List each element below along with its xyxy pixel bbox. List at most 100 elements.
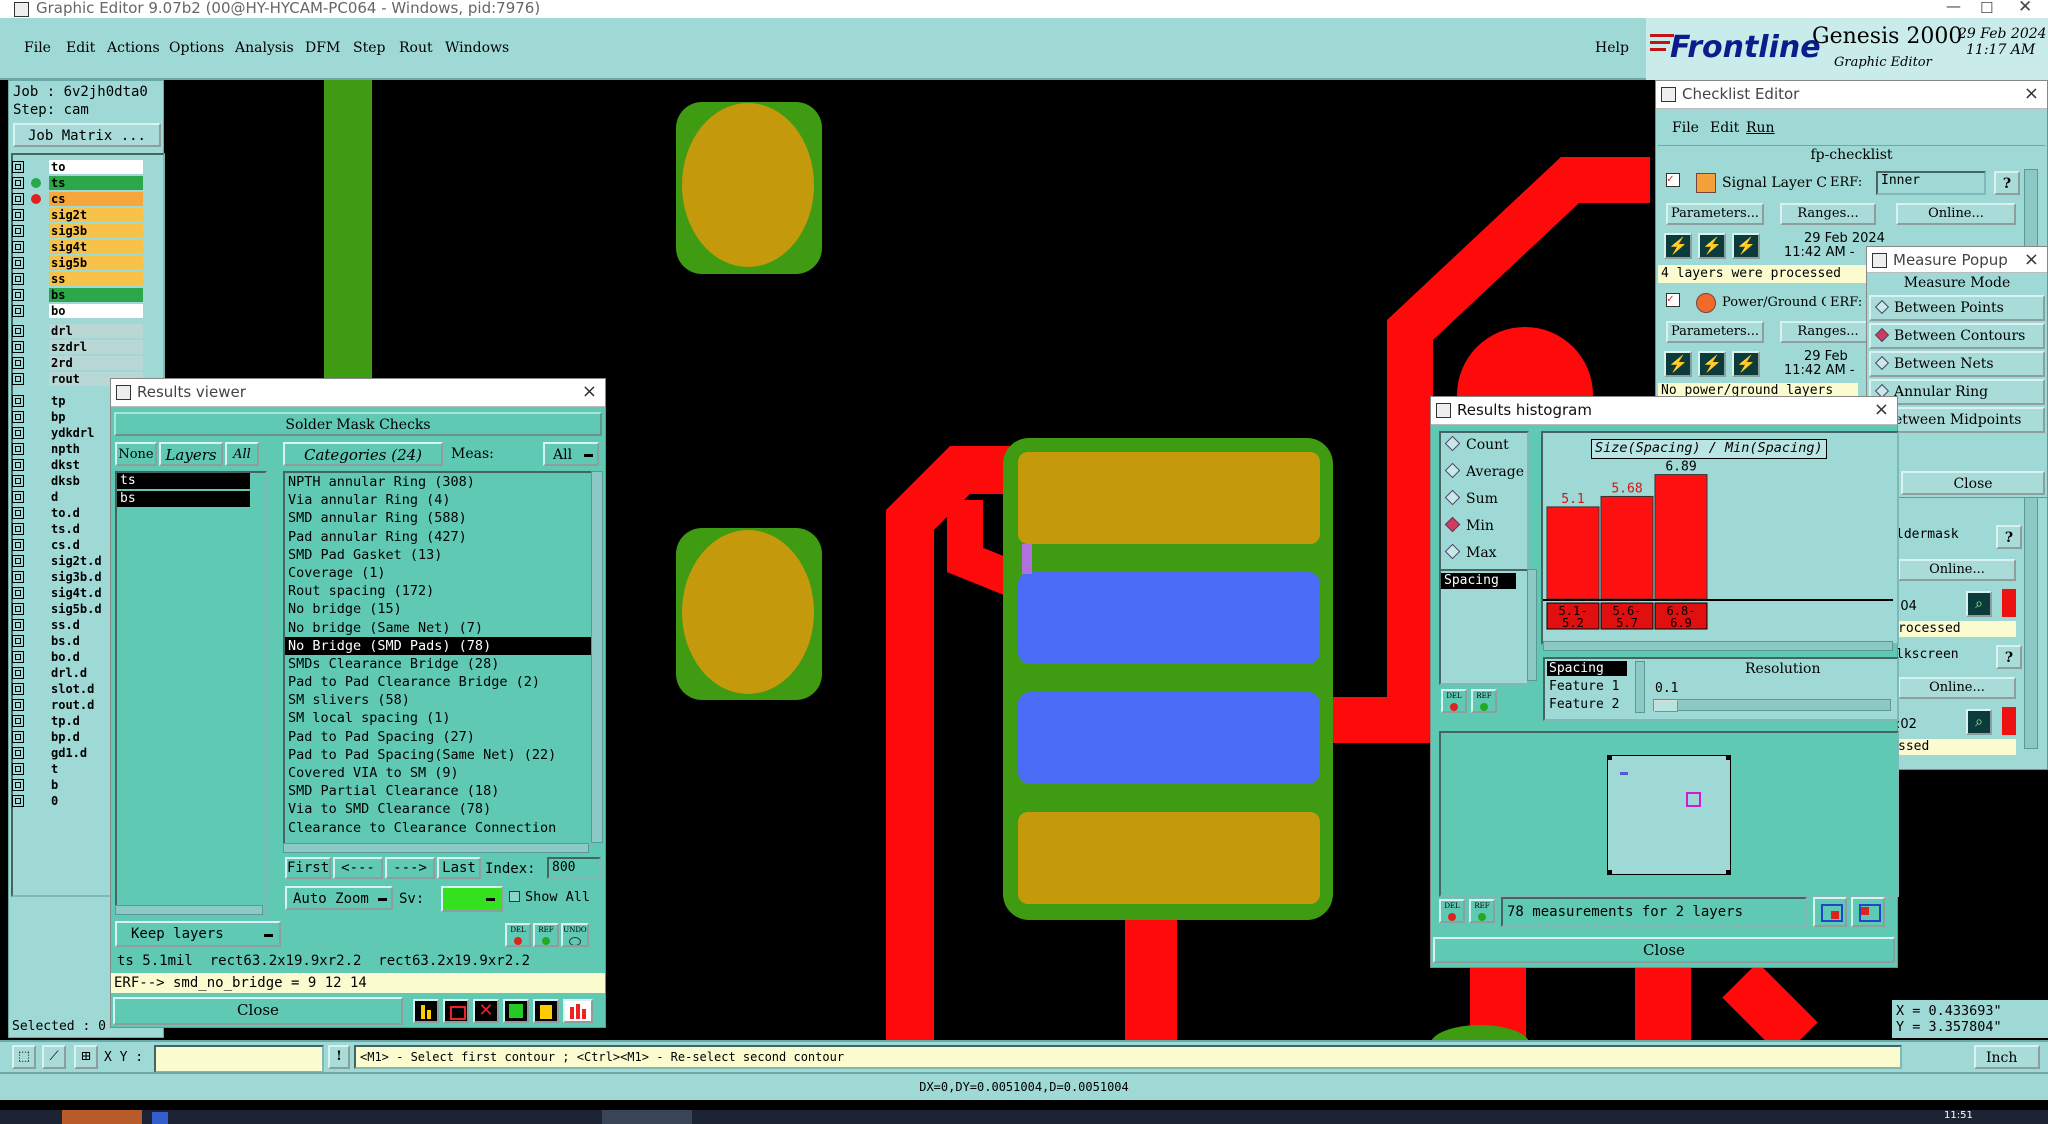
layer-row[interactable]: szdrl [12, 340, 143, 356]
run-icon[interactable]: ⚡ [1732, 233, 1760, 259]
category-item[interactable]: SM local spacing (1) [285, 709, 591, 727]
field-feature-1[interactable]: Feature 1 [1547, 679, 1619, 694]
chart-tool-icon[interactable] [563, 999, 593, 1023]
keep-layers-dropdown[interactable]: Keep layers [115, 921, 281, 947]
hist-del-button[interactable]: DEL [1441, 689, 1467, 713]
run-icon[interactable]: ⚡ [1664, 351, 1692, 377]
categories-vscroll[interactable] [591, 471, 603, 843]
layer-row[interactable]: to [12, 160, 143, 176]
layer-checkbox[interactable] [12, 603, 24, 615]
ref-button[interactable]: REF [533, 923, 559, 947]
category-item[interactable]: Pad to Pad Spacing (27) [285, 728, 591, 746]
category-item[interactable]: Pad to Pad Clearance Bridge (2) [285, 673, 591, 691]
measure-mode-option[interactable]: Between Contours [1869, 323, 2045, 349]
close-icon[interactable]: × [1874, 397, 1889, 423]
category-item[interactable]: NPTH annular Ring (308) [285, 473, 591, 491]
category-item[interactable]: Rout spacing (172) [285, 582, 591, 600]
record-tool-icon[interactable] [443, 999, 469, 1023]
categories-hscroll[interactable] [283, 843, 589, 853]
menu-rout[interactable]: Rout [399, 40, 433, 56]
category-item[interactable]: Via to SMD Clearance (78) [285, 800, 591, 818]
layer-checkbox[interactable] [12, 459, 24, 471]
layer-checkbox[interactable] [12, 411, 24, 423]
layer-checkbox[interactable] [12, 357, 24, 369]
auto-zoom-dropdown[interactable]: Auto Zoom [285, 886, 393, 910]
category-item[interactable]: SMD Partial Clearance (18) [285, 782, 591, 800]
layers-hscroll[interactable] [115, 905, 263, 915]
histogram-mode-option[interactable]: Sum [1444, 489, 1498, 507]
category-item[interactable]: SMD Pad Gasket (13) [285, 546, 591, 564]
meas-dropdown[interactable]: All [543, 442, 599, 466]
maximize-icon[interactable]: ☐ [1980, 0, 1993, 17]
results-close-button[interactable]: Close [113, 997, 403, 1025]
layer-checkbox[interactable] [12, 373, 24, 385]
field-spacing[interactable]: Spacing [1547, 661, 1627, 676]
layer-checkbox[interactable] [12, 795, 24, 807]
histogram-mode-option[interactable]: Max [1444, 543, 1497, 561]
xy-input[interactable] [154, 1045, 324, 1073]
category-item[interactable]: Via annular Ring (4) [285, 491, 591, 509]
layer-checkbox[interactable] [12, 683, 24, 695]
layer-checkbox[interactable] [12, 289, 24, 301]
category-item[interactable]: Coverage (1) [285, 564, 591, 582]
histogram-tool-icon[interactable] [413, 999, 439, 1023]
sv-color-dropdown[interactable] [441, 886, 503, 912]
category-item[interactable]: Clearance to Clearance Connection [285, 819, 591, 837]
check-item-1-checkbox[interactable]: ✓ [1666, 173, 1680, 187]
layer-checkbox[interactable] [12, 427, 24, 439]
layer-checkbox[interactable] [12, 225, 24, 237]
run-icon[interactable]: ⚡ [1698, 233, 1726, 259]
prev-button[interactable]: <--- [333, 857, 383, 879]
measure-mode-option[interactable]: Between Points [1869, 295, 2045, 321]
layer-checkbox[interactable] [12, 539, 24, 551]
close-icon[interactable]: ✕ [2018, 0, 2032, 16]
layer-checkbox[interactable] [12, 571, 24, 583]
category-item[interactable]: Pad to Pad Spacing(Same Net) (22) [285, 746, 591, 764]
category-item[interactable]: No Bridge (SMD Pads) (78) [285, 636, 591, 655]
zoom-icon[interactable]: ⌕ [1966, 709, 1992, 735]
layer-row[interactable]: 2rd [12, 356, 143, 372]
menu-file[interactable]: File [24, 40, 51, 56]
layers-button[interactable]: Layers [159, 442, 223, 466]
layer-checkbox[interactable] [12, 715, 24, 727]
close-icon[interactable]: × [582, 379, 597, 405]
fields-vscroll[interactable] [1635, 661, 1645, 713]
check-tool-icon[interactable] [503, 999, 529, 1023]
layer-checkbox[interactable] [12, 475, 24, 487]
resolution-slider[interactable] [1653, 699, 1891, 712]
menu-options[interactable]: Options [169, 40, 224, 56]
none-button[interactable]: None [115, 442, 157, 466]
run-icon[interactable]: ⚡ [1732, 351, 1760, 377]
layer-checkbox[interactable] [12, 305, 24, 317]
histogram-mode-option[interactable]: Min [1444, 516, 1494, 534]
check-item-4-online-button[interactable]: Online... [1898, 677, 2016, 699]
menu-analysis[interactable]: Analysis [235, 40, 294, 56]
measure-mode-option[interactable]: Between Nets [1869, 351, 2045, 377]
layer-checkbox[interactable] [12, 209, 24, 221]
hist-ref-button[interactable]: REF [1471, 689, 1497, 713]
check-item-1-ranges-button[interactable]: Ranges... [1780, 203, 1876, 225]
layer-item-bs[interactable]: bs [117, 491, 250, 507]
layer-item-ts[interactable]: ts [117, 473, 250, 489]
check-item-1-parameters-button[interactable]: Parameters... [1666, 203, 1764, 225]
category-item[interactable]: SMDs Clearance Bridge (28) [285, 655, 591, 673]
menu-edit[interactable]: Edit [66, 40, 95, 56]
category-item[interactable]: Covered VIA to SM (9) [285, 764, 591, 782]
next-button[interactable]: ---> [385, 857, 435, 879]
layer-checkbox[interactable] [12, 325, 24, 337]
hist-export-icon[interactable] [1813, 897, 1847, 927]
taskbar-start[interactable] [62, 1110, 142, 1124]
layer-checkbox[interactable] [12, 395, 24, 407]
layer-checkbox[interactable] [12, 619, 24, 631]
menu-actions[interactable]: Actions [107, 40, 160, 56]
categories-list[interactable]: NPTH annular Ring (308) Via annular Ring … [283, 471, 593, 847]
layer-checkbox[interactable] [12, 731, 24, 743]
checklist-menu-file[interactable]: File [1672, 120, 1699, 136]
index-input[interactable]: 800 [547, 857, 601, 879]
taskbar-app-icon[interactable] [152, 1112, 168, 1124]
minimize-icon[interactable]: — [1946, 0, 1961, 15]
chart-hscroll[interactable] [1543, 641, 1893, 651]
layer-row[interactable]: ts [12, 176, 143, 192]
del-button[interactable]: DEL [505, 923, 531, 947]
menu-dfm[interactable]: DFM [305, 40, 340, 56]
